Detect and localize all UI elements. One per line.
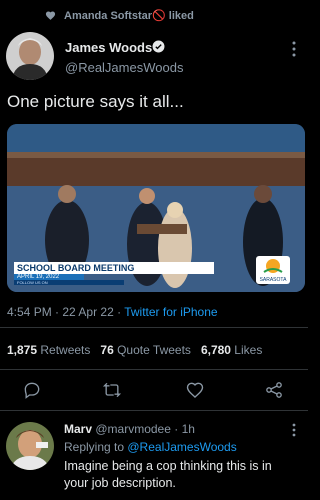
author-name[interactable]: James Woods <box>65 40 152 55</box>
likes-label: Likes <box>230 343 263 357</box>
share-icon[interactable] <box>264 380 284 400</box>
tweet-stats: 1,875 Retweets 76 Quote Tweets 6,780 Lik… <box>7 343 262 357</box>
retweets-count: 1,875 <box>7 343 38 357</box>
author-avatar[interactable] <box>6 32 54 80</box>
retweet-icon[interactable] <box>102 380 122 400</box>
meta-separator: · <box>113 305 125 319</box>
like-icon[interactable] <box>185 380 205 400</box>
author-handle[interactable]: @RealJamesWoods <box>65 60 183 75</box>
divider <box>0 369 308 370</box>
reply-text: Imagine being a cop thinking this is in … <box>64 459 272 490</box>
replying-to: Replying to @RealJamesWoods <box>64 440 237 454</box>
meta-separator: · <box>51 305 63 319</box>
reply-time: 1h <box>181 422 195 436</box>
likes-stat[interactable]: 6,780 Likes <box>201 343 262 357</box>
tweet-time: 4:54 PM <box>7 305 52 319</box>
chyron-follow-text: FOLLOW US ON <box>14 280 124 285</box>
retweets-label: Retweets <box>37 343 91 357</box>
tweet-author: James Woods @RealJamesWoods <box>0 32 308 88</box>
station-logo: SARASOTA <box>256 256 290 284</box>
reply-icon[interactable] <box>22 380 42 400</box>
reply-separator: · <box>170 422 182 436</box>
station-logo-text: SARASOTA <box>260 277 288 283</box>
quotes-count: 76 <box>100 343 114 357</box>
divider <box>0 410 308 411</box>
retweets-stat[interactable]: 1,875 Retweets <box>7 343 90 357</box>
divider <box>0 327 308 328</box>
reply-avatar[interactable] <box>6 422 54 470</box>
chyron-title: SCHOOL BOARD MEETING <box>14 262 214 274</box>
replying-to-label: Replying to <box>64 440 128 454</box>
more-options-icon[interactable] <box>291 40 297 58</box>
tweet-text: One picture says it all... <box>7 92 184 111</box>
tweet-meta: 4:54 PM · 22 Apr 22 · Twitter for iPhone <box>7 305 218 319</box>
reply-more-options-icon[interactable] <box>291 422 297 438</box>
tweet-source-link[interactable]: Twitter for iPhone <box>124 305 217 319</box>
verified-badge-icon <box>152 40 165 53</box>
reply-author-name[interactable]: Marv <box>64 422 92 436</box>
news-chyron: SCHOOL BOARD MEETING APRIL 19, 2022 FOLL… <box>14 262 220 285</box>
quotes-label: Quote Tweets <box>113 343 191 357</box>
liked-banner-text: Amanda Softstar🚫 liked <box>64 10 194 22</box>
quotes-stat[interactable]: 76 Quote Tweets <box>100 343 191 357</box>
liked-banner[interactable]: Amanda Softstar🚫 liked <box>0 0 308 32</box>
heart-filled-icon <box>45 11 56 20</box>
tweet-date: 22 Apr 22 <box>62 305 114 319</box>
reply-author-handle[interactable]: @marvmodee <box>95 422 171 436</box>
tweet-actions-bar <box>0 372 308 408</box>
reply-tweet[interactable]: Marv @marvmodee · 1h Replying to @RealJa… <box>0 418 308 500</box>
likes-count: 6,780 <box>200 343 231 357</box>
replying-to-mention[interactable]: @RealJamesWoods <box>127 440 236 454</box>
reply-header: Marv @marvmodee · 1h <box>64 422 195 436</box>
